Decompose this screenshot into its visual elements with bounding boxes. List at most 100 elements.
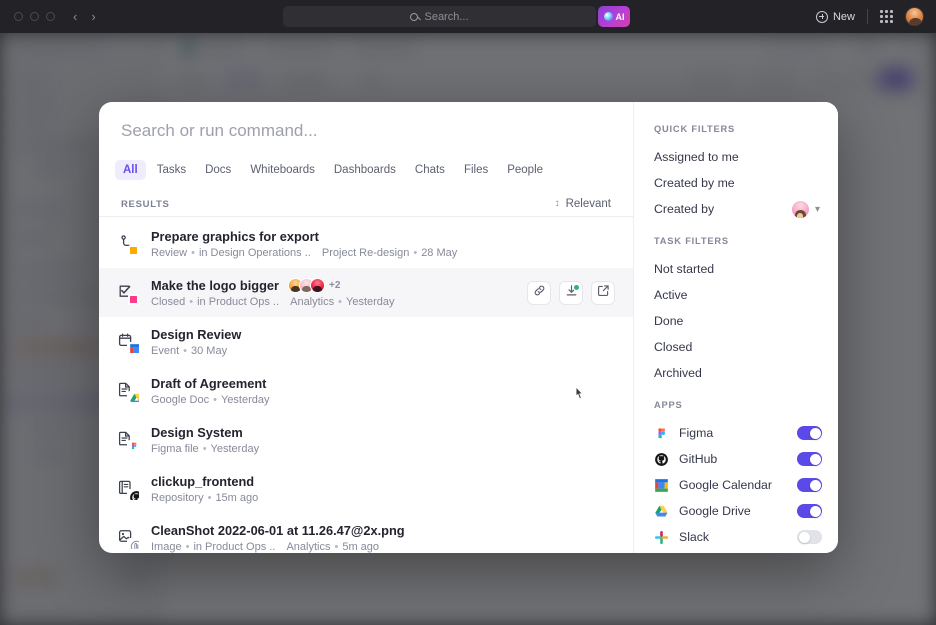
maximize-window-button[interactable] — [46, 12, 55, 21]
result-title-row: CleanShot 2022-06-01 at 11.26.47@2x.png — [151, 523, 615, 538]
navigation-arrows[interactable]: ‹ › — [73, 9, 96, 24]
assignee-avatars[interactable]: +2 — [287, 277, 340, 293]
google-drive-icon — [654, 504, 669, 519]
result-row[interactable]: clickup_frontend Repository • 15m ago — [99, 464, 633, 513]
sort-updown-icon: ↕ — [554, 198, 560, 209]
meta-item: 15m ago — [215, 491, 259, 504]
forward-arrow-icon[interactable]: › — [91, 9, 95, 24]
quick-filter-created-by-me[interactable]: Created by me — [634, 170, 838, 196]
tab-all[interactable]: All — [115, 160, 146, 180]
open-external-icon — [597, 284, 610, 302]
task-filter-active[interactable]: Active — [634, 282, 838, 308]
document-icon — [117, 430, 140, 453]
filter-label: Not started — [654, 262, 715, 276]
tab-dashboards[interactable]: Dashboards — [326, 160, 404, 180]
result-row[interactable]: Design Review Event • 30 May — [99, 317, 633, 366]
toggle-knob — [809, 427, 821, 439]
app-item-google-drive[interactable]: Google Drive — [634, 498, 838, 524]
command-palette-main: AllTasksDocsWhiteboardsDashboardsChatsFi… — [99, 102, 633, 553]
back-arrow-icon[interactable]: ‹ — [73, 9, 77, 24]
result-row[interactable]: Design System Figma file • Yesterday — [99, 415, 633, 464]
app-toggle[interactable] — [797, 452, 822, 466]
link-button[interactable] — [527, 280, 551, 305]
window-controls[interactable] — [14, 12, 55, 21]
meta-item: Yesterday — [346, 295, 395, 308]
repository-icon — [117, 479, 140, 502]
task-filter-archived[interactable]: Archived — [634, 360, 838, 386]
app-toggle[interactable] — [797, 426, 822, 440]
results-header: RESULTS ↕ Relevant — [99, 192, 633, 217]
result-text: Draft of Agreement Google Doc • Yesterday — [151, 376, 615, 406]
tab-chats[interactable]: Chats — [407, 160, 453, 180]
result-row[interactable]: Prepare graphics for export Review • in Des… — [99, 219, 633, 268]
task-filter-not-started[interactable]: Not started — [634, 256, 838, 282]
apps-list: Figma GitHub Google Calendar Google Drive Sl… — [634, 420, 838, 550]
meta-item: Google Doc — [151, 393, 210, 406]
new-button-label: New — [832, 10, 855, 23]
app-item-google-calendar[interactable]: Google Calendar — [634, 472, 838, 498]
filter-label: Done — [654, 314, 684, 328]
created-by-avatar[interactable] — [791, 200, 809, 218]
ai-button[interactable]: AI — [598, 6, 630, 27]
github-icon — [654, 452, 669, 467]
apps-grid-icon[interactable] — [880, 10, 893, 23]
quick-filter-created-by[interactable]: Created by ▾ — [634, 196, 838, 222]
user-avatar[interactable] — [905, 7, 924, 26]
meta-item: Image — [151, 540, 182, 553]
app-toggle[interactable] — [797, 530, 822, 544]
result-meta: Closed • in Product Ops .. Analytics • Yeste… — [151, 296, 527, 308]
meta-separator — [275, 541, 286, 553]
tab-docs[interactable]: Docs — [197, 160, 239, 180]
sort-control[interactable]: ↕ Relevant — [555, 198, 611, 210]
merge-button[interactable] — [559, 280, 583, 305]
meta-separator: • — [191, 246, 195, 259]
row-actions — [527, 280, 615, 305]
meta-separator: • — [338, 295, 342, 308]
close-window-button[interactable] — [14, 12, 23, 21]
tab-tasks[interactable]: Tasks — [149, 160, 194, 180]
tab-files[interactable]: Files — [456, 160, 496, 180]
chevron-down-icon[interactable]: ▾ — [815, 204, 820, 215]
toggle-knob — [809, 505, 821, 517]
google-calendar-icon — [654, 478, 669, 493]
meta-separator: • — [207, 491, 212, 504]
open-external-button[interactable] — [591, 280, 615, 305]
result-row[interactable]: CleanShot 2022-06-01 at 11.26.47@2x.png I… — [99, 513, 633, 553]
minimize-window-button[interactable] — [30, 12, 39, 21]
quick-filter-assigned-to-me[interactable]: Assigned to me — [634, 144, 838, 170]
app-item-github[interactable]: GitHub — [634, 446, 838, 472]
search-input[interactable] — [121, 121, 611, 141]
result-title-row: Design Review — [151, 327, 615, 342]
result-row[interactable]: Make the logo bigger +2 Closed • in Product … — [99, 268, 633, 317]
avatar[interactable] — [309, 277, 325, 293]
slack-icon — [654, 530, 669, 545]
new-button[interactable]: New — [815, 10, 855, 23]
quick-filters-list: Assigned to me Created by me Created by ▾ — [634, 144, 838, 222]
meta-item: Event — [151, 344, 180, 357]
task-filter-closed[interactable]: Closed — [634, 334, 838, 360]
task-filter-done[interactable]: Done — [634, 308, 838, 334]
meta-item: in Product Ops .. — [197, 295, 280, 308]
tab-whiteboards[interactable]: Whiteboards — [242, 160, 323, 180]
meta-item: Repository — [151, 491, 204, 504]
created-by-control[interactable]: ▾ — [791, 200, 820, 218]
app-toggle[interactable] — [797, 504, 822, 518]
meta-item: 28 May — [421, 246, 458, 259]
filter-label: Assigned to me — [654, 150, 739, 164]
app-item-slack[interactable]: Slack — [634, 524, 838, 550]
tab-people[interactable]: People — [499, 160, 551, 180]
omnibox-placeholder: Search... — [424, 10, 469, 23]
google-drive-badge — [127, 390, 140, 404]
app-item-figma[interactable]: Figma — [634, 420, 838, 446]
omnibox-search-input[interactable]: Search... — [283, 6, 596, 27]
result-row[interactable]: Draft of Agreement Google Doc • Yesterday — [99, 366, 633, 415]
result-title: Design System — [151, 424, 243, 440]
app-toggle[interactable] — [797, 478, 822, 492]
result-text: Prepare graphics for export Review • in Des… — [151, 229, 615, 259]
meta-separator: • — [413, 246, 418, 259]
task-icon — [117, 234, 139, 256]
result-text: Design Review Event • 30 May — [151, 327, 615, 357]
browser-topbar: ‹ › Search... AI New — [0, 0, 936, 33]
application-window: ‹ › Search... AI New Search or run comma… — [0, 0, 936, 625]
result-meta: Repository • 15m ago — [151, 492, 615, 504]
